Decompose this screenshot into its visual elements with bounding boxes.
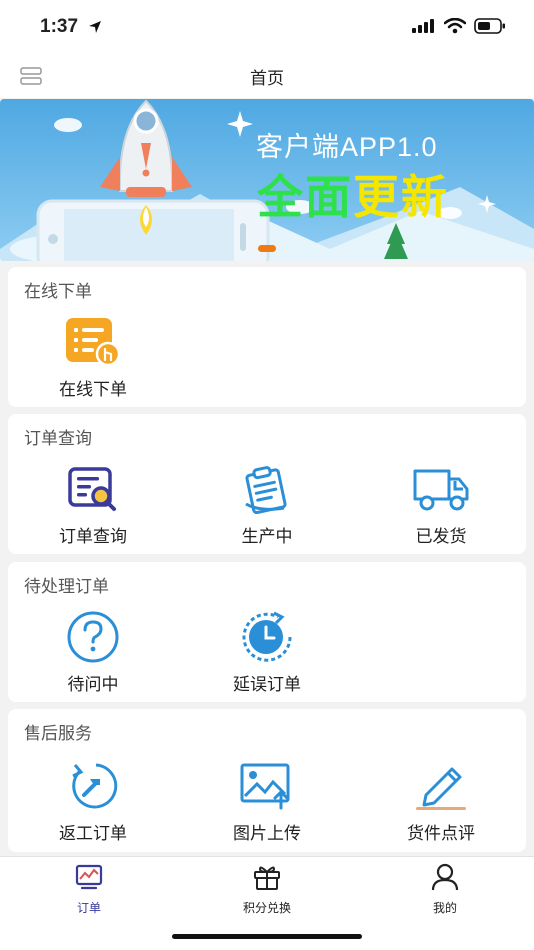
shipped-button[interactable]: 已发货 <box>356 462 526 547</box>
tab-profile[interactable]: 我的 <box>385 863 505 916</box>
tab-label: 我的 <box>432 901 457 915</box>
rework-icon <box>72 763 118 809</box>
battery-icon <box>474 18 505 34</box>
pencil-icon <box>416 767 466 810</box>
online-order-button[interactable]: 在线下单 <box>8 315 178 400</box>
order-search-icon <box>68 467 116 511</box>
section-title: 售后服务 <box>24 724 92 744</box>
item-label: 延误订单 <box>233 675 301 695</box>
order-search-button[interactable]: 订单查询 <box>8 462 178 547</box>
section-pending-orders: 待处理订单 待问中 延误订单 <box>8 562 526 702</box>
item-label: 货件点评 <box>407 824 475 844</box>
banner-slogan-part-b: 更新 <box>353 170 449 224</box>
item-label: 图片上传 <box>233 824 301 844</box>
order-form-icon <box>66 318 121 367</box>
home-indicator[interactable] <box>172 934 362 939</box>
item-label: 在线下单 <box>59 380 127 400</box>
section-order-query: 订单查询 订单查询 生产中 已发货 <box>8 414 526 554</box>
delayed-orders-button[interactable]: 延误订单 <box>182 610 352 695</box>
promo-banner[interactable]: 客户端APP1.0 全面更新 <box>0 99 534 261</box>
section-title: 在线下单 <box>24 282 92 302</box>
in-production-button[interactable]: 生产中 <box>182 462 352 547</box>
item-label: 已发货 <box>415 527 467 547</box>
shipment-review-button[interactable]: 货件点评 <box>356 759 526 844</box>
tab-points-exchange[interactable]: 积分兑换 <box>207 863 327 916</box>
item-label: 生产中 <box>241 527 293 547</box>
item-label: 待问中 <box>67 675 119 695</box>
image-upload-icon <box>240 763 290 810</box>
status-time: 1:37 <box>40 16 79 37</box>
rework-orders-button[interactable]: 返工订单 <box>8 759 178 844</box>
nav-bar: 首页 <box>0 54 534 98</box>
section-after-sales: 售后服务 返工订单 图片上传 货件点评 <box>8 709 526 852</box>
gift-icon <box>254 866 280 890</box>
wifi-icon <box>444 18 466 34</box>
status-icons <box>412 18 506 34</box>
banner-slogan-part-a: 全面 <box>257 170 353 224</box>
banner-slogan: 全面更新 <box>257 161 449 227</box>
signal-icon <box>412 19 434 33</box>
item-label: 订单查询 <box>59 527 127 547</box>
tab-label: 积分兑换 <box>242 901 291 915</box>
tab-label: 订单 <box>76 901 101 915</box>
location-arrow-icon <box>89 21 101 33</box>
image-upload-button[interactable]: 图片上传 <box>182 759 352 844</box>
section-online-order: 在线下单 在线下单 <box>8 267 526 407</box>
question-icon <box>67 611 119 663</box>
person-icon <box>431 863 459 891</box>
banner-page-indicator[interactable] <box>258 245 276 252</box>
pending-inquiry-button[interactable]: 待问中 <box>8 610 178 695</box>
banner-headline: 客户端APP1.0 <box>256 132 438 162</box>
clock-icon <box>242 611 292 662</box>
item-label: 返工订单 <box>59 824 127 844</box>
truck-icon <box>413 469 469 511</box>
chart-monitor-icon <box>75 864 103 890</box>
tab-orders[interactable]: 订单 <box>29 863 149 916</box>
section-title: 订单查询 <box>24 429 92 449</box>
section-title: 待处理订单 <box>24 577 109 597</box>
status-bar: 1:37 <box>0 0 534 54</box>
page-title: 首页 <box>250 69 284 89</box>
clipboard-icon <box>245 466 287 514</box>
